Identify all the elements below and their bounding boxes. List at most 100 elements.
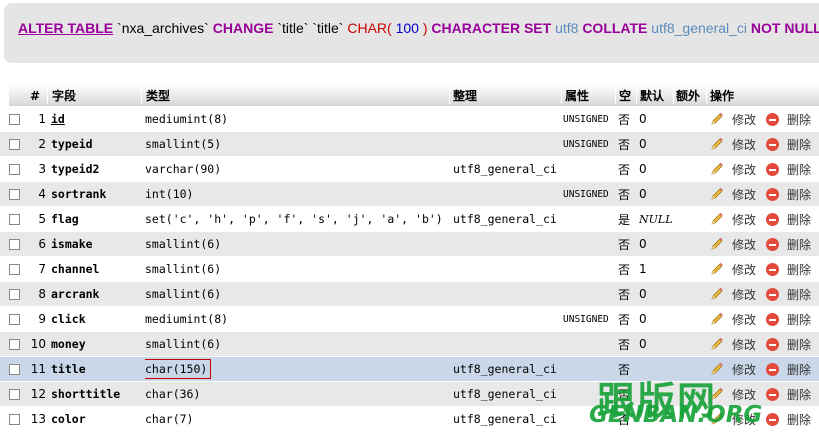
table-row[interactable]: 7 channel smallint(6) 否 1 修改 删除 (0, 256, 819, 281)
row-checkbox[interactable] (9, 288, 20, 300)
edit-pencil-icon[interactable] (709, 136, 725, 152)
row-checkbox[interactable] (9, 313, 20, 325)
edit-link[interactable]: 修改 (732, 336, 756, 353)
delete-link[interactable]: 删除 (787, 286, 811, 303)
table-row[interactable]: 3 typeid2 varchar(90) utf8_general_ci 否 0 修改 删除 (0, 156, 819, 181)
delete-link[interactable]: 删除 (787, 136, 811, 153)
row-checkbox[interactable] (9, 263, 20, 275)
edit-pencil-icon[interactable] (709, 361, 725, 377)
table-row[interactable]: 10 money smallint(6) 否 0 修改 删除 (0, 331, 819, 356)
table-row[interactable]: 2 typeid smallint(5) UNSIGNED 否 0 修改 删除 (0, 131, 819, 156)
header-extra[interactable]: 额外 (676, 85, 700, 106)
header-collation[interactable]: 整理 (453, 85, 477, 106)
table-row[interactable]: 13 color char(7) utf8_general_ci 否 修改 删除 (0, 406, 819, 431)
sql-old-column: `title` (277, 20, 309, 36)
delete-circle-icon[interactable] (766, 137, 780, 151)
row-checkbox[interactable] (9, 388, 20, 400)
row-actions: 修改 删除 (709, 207, 819, 231)
table-row[interactable]: 9 click mediumint(8) UNSIGNED 否 0 修改 删除 (0, 306, 819, 331)
edit-link[interactable]: 修改 (732, 286, 756, 303)
table-row[interactable]: 6 ismake smallint(6) 否 0 修改 删除 (0, 231, 819, 256)
row-checkbox[interactable] (9, 163, 20, 175)
delete-circle-icon[interactable] (766, 337, 780, 351)
edit-link[interactable]: 修改 (732, 136, 756, 153)
row-checkbox-cell (9, 132, 25, 156)
sql-keyword-alter-table[interactable]: ALTER TABLE (18, 20, 113, 36)
delete-link[interactable]: 删除 (787, 211, 811, 228)
delete-link[interactable]: 删除 (787, 311, 811, 328)
field-default-text: 1 (639, 262, 647, 276)
delete-link[interactable]: 删除 (787, 161, 811, 178)
field-type-text: smallint(5) (145, 137, 222, 151)
table-row[interactable]: 1 id mediumint(8) UNSIGNED 否 0 修改 删除 (0, 106, 819, 131)
header-attributes[interactable]: 属性 (565, 85, 589, 106)
field-extra (676, 382, 708, 406)
sql-char-function: CHAR( (347, 20, 392, 36)
field-type: smallint(6) (145, 232, 450, 256)
row-checkbox[interactable] (9, 113, 20, 125)
delete-link[interactable]: 删除 (787, 261, 811, 278)
edit-pencil-icon[interactable] (709, 236, 725, 252)
row-checkbox[interactable] (9, 213, 20, 225)
delete-link[interactable]: 删除 (787, 336, 811, 353)
edit-pencil-icon[interactable] (709, 286, 725, 302)
delete-link[interactable]: 删除 (787, 186, 811, 203)
delete-link[interactable]: 删除 (787, 361, 811, 378)
delete-circle-icon[interactable] (766, 287, 780, 301)
field-name: typeid (51, 132, 141, 156)
edit-pencil-icon[interactable] (709, 261, 725, 277)
header-type[interactable]: 类型 (146, 85, 170, 106)
edit-link[interactable]: 修改 (732, 111, 756, 128)
delete-circle-icon[interactable] (766, 212, 780, 226)
table-row[interactable]: 12 shorttitle char(36) utf8_general_ci 否 修改 删除 (0, 381, 819, 406)
delete-link[interactable]: 删除 (787, 411, 811, 428)
edit-link[interactable]: 修改 (732, 211, 756, 228)
edit-pencil-icon[interactable] (709, 211, 725, 227)
edit-pencil-icon[interactable] (709, 111, 725, 127)
header-field[interactable]: 字段 (52, 85, 76, 106)
edit-link[interactable]: 修改 (732, 411, 756, 428)
edit-pencil-icon[interactable] (709, 311, 725, 327)
edit-pencil-icon[interactable] (709, 336, 725, 352)
row-checkbox[interactable] (9, 363, 20, 375)
delete-circle-icon[interactable] (766, 262, 780, 276)
delete-circle-icon[interactable] (766, 312, 780, 326)
edit-link[interactable]: 修改 (732, 386, 756, 403)
edit-pencil-icon[interactable] (709, 386, 725, 402)
row-checkbox[interactable] (9, 238, 20, 250)
table-row[interactable]: 4 sortrank int(10) UNSIGNED 否 0 修改 删除 (0, 181, 819, 206)
edit-pencil-icon[interactable] (709, 411, 725, 427)
table-row[interactable]: 8 arcrank smallint(6) 否 0 修改 删除 (0, 281, 819, 306)
header-null[interactable]: 空 (619, 85, 631, 106)
delete-circle-icon[interactable] (766, 187, 780, 201)
delete-link[interactable]: 删除 (787, 236, 811, 253)
field-default: NULL (639, 207, 673, 231)
edit-link[interactable]: 修改 (732, 236, 756, 253)
edit-link[interactable]: 修改 (732, 261, 756, 278)
edit-pencil-icon[interactable] (709, 186, 725, 202)
field-name-text: typeid (51, 137, 93, 151)
edit-link[interactable]: 修改 (732, 161, 756, 178)
edit-link[interactable]: 修改 (732, 186, 756, 203)
sql-keyword-not-null: NOT NULL (750, 20, 819, 36)
edit-pencil-icon[interactable] (709, 161, 725, 177)
delete-circle-icon[interactable] (766, 362, 780, 376)
delete-circle-icon[interactable] (766, 162, 780, 176)
delete-circle-icon[interactable] (766, 412, 780, 426)
row-checkbox[interactable] (9, 338, 20, 350)
delete-link[interactable]: 删除 (787, 386, 811, 403)
delete-circle-icon[interactable] (766, 112, 780, 126)
delete-circle-icon[interactable] (766, 237, 780, 251)
row-checkbox[interactable] (9, 413, 20, 425)
field-null: 否 (618, 237, 631, 252)
row-checkbox[interactable] (9, 188, 20, 200)
edit-link[interactable]: 修改 (732, 311, 756, 328)
edit-link[interactable]: 修改 (732, 361, 756, 378)
table-row[interactable]: 5 flag set('c', 'h', 'p', 'f', 's', 'j', '… (0, 206, 819, 231)
delete-circle-icon[interactable] (766, 387, 780, 401)
row-checkbox[interactable] (9, 138, 20, 150)
row-number: 12 (30, 387, 46, 401)
header-default[interactable]: 默认 (640, 85, 664, 106)
table-row[interactable]: 11 title char(150) utf8_general_ci 否 修改 删除 (0, 356, 819, 381)
delete-link[interactable]: 删除 (787, 111, 811, 128)
